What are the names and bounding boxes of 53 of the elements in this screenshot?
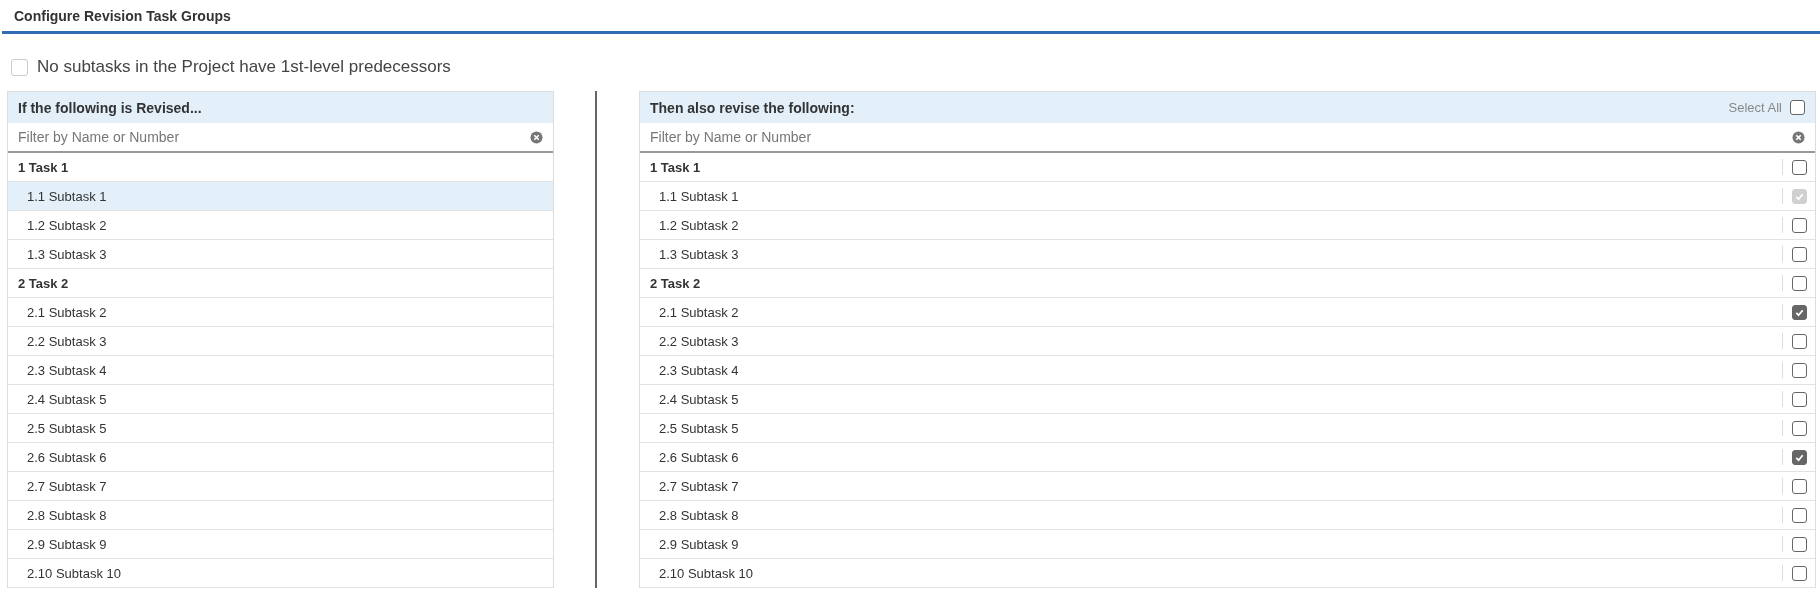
- subtask-label: 2.7 Subtask 7: [658, 478, 740, 494]
- row-checkbox[interactable]: [1792, 362, 1807, 378]
- row-checkbox[interactable]: [1792, 478, 1807, 494]
- subtask-row[interactable]: 1.3 Subtask 3: [8, 240, 553, 269]
- clear-icon[interactable]: [1792, 130, 1805, 144]
- subtask-row[interactable]: 2.6 Subtask 6: [8, 443, 553, 472]
- row-checkbox[interactable]: [1792, 565, 1807, 581]
- clear-icon[interactable]: [530, 130, 543, 144]
- subtask-label: 2.2 Subtask 3: [658, 333, 740, 349]
- subtask-row[interactable]: 1.1 Subtask 1: [8, 182, 553, 211]
- panel-heading: If the following is Revised...: [18, 99, 203, 116]
- subtask-label: 1.3 Subtask 3: [658, 246, 740, 262]
- option-label: No subtasks in the Project have 1st-level predecessors: [37, 57, 451, 77]
- subtask-label: 2.8 Subtask 8: [658, 507, 740, 523]
- subtask-row[interactable]: 2.3 Subtask 4: [8, 356, 553, 385]
- select-all-label: Select All: [1728, 100, 1782, 115]
- subtask-label: 2.1 Subtask 2: [658, 304, 740, 320]
- row-checkbox[interactable]: [1792, 536, 1807, 552]
- subtask-row[interactable]: 2.8 Subtask 8: [8, 501, 553, 530]
- subtask-label: 2.5 Subtask 5: [658, 420, 740, 436]
- subtask-row[interactable]: 2.10 Subtask 10: [8, 559, 553, 588]
- task-row[interactable]: 2 Task 2: [8, 269, 553, 298]
- subtask-label: 1.2 Subtask 2: [658, 217, 740, 233]
- window-title: Configure Revision Task Groups: [14, 7, 231, 24]
- row-checkbox[interactable]: [1792, 391, 1807, 407]
- subtask-row[interactable]: 2.9 Subtask 9: [8, 530, 553, 559]
- row-checkbox[interactable]: [1792, 449, 1807, 465]
- subtask-label: 1.1 Subtask 1: [658, 188, 740, 204]
- subtask-label: 2.9 Subtask 9: [658, 536, 740, 552]
- row-checkbox[interactable]: [1792, 217, 1807, 233]
- subtask-label: 2.4 Subtask 5: [658, 391, 740, 407]
- subtask-row[interactable]: 2.4 Subtask 5: [8, 385, 553, 414]
- subtask-label: 2.10 Subtask 10: [658, 565, 754, 581]
- select-all-checkbox[interactable]: [1790, 100, 1805, 115]
- subtask-row[interactable]: 2.1 Subtask 2: [8, 298, 553, 327]
- panel-heading: Then also revise the following:: [650, 99, 856, 116]
- filter-field[interactable]: Filter by Name or Number: [650, 129, 1792, 145]
- subtask-label: 2.3 Subtask 4: [658, 362, 740, 378]
- task-label: 1 Task 1: [650, 159, 702, 175]
- row-checkbox[interactable]: [1792, 333, 1807, 349]
- task-label: 2 Task 2: [650, 275, 702, 291]
- row-checkbox[interactable]: [1792, 304, 1807, 320]
- row-checkbox[interactable]: [1792, 420, 1807, 436]
- subtask-label: 2.6 Subtask 6: [658, 449, 740, 465]
- subtask-row[interactable]: 2.7 Subtask 7: [8, 472, 553, 501]
- row-checkbox[interactable]: [1792, 507, 1807, 523]
- subtask-row[interactable]: 2.2 Subtask 3: [8, 327, 553, 356]
- row-checkbox[interactable]: [1792, 275, 1807, 291]
- row-checkbox[interactable]: [1792, 246, 1807, 262]
- filter-field[interactable]: Filter by Name or Number: [18, 129, 530, 145]
- subtask-row[interactable]: 2.5 Subtask 5: [8, 414, 553, 443]
- subtask-row[interactable]: 1.2 Subtask 2: [8, 211, 553, 240]
- row-checkbox[interactable]: [1792, 159, 1807, 175]
